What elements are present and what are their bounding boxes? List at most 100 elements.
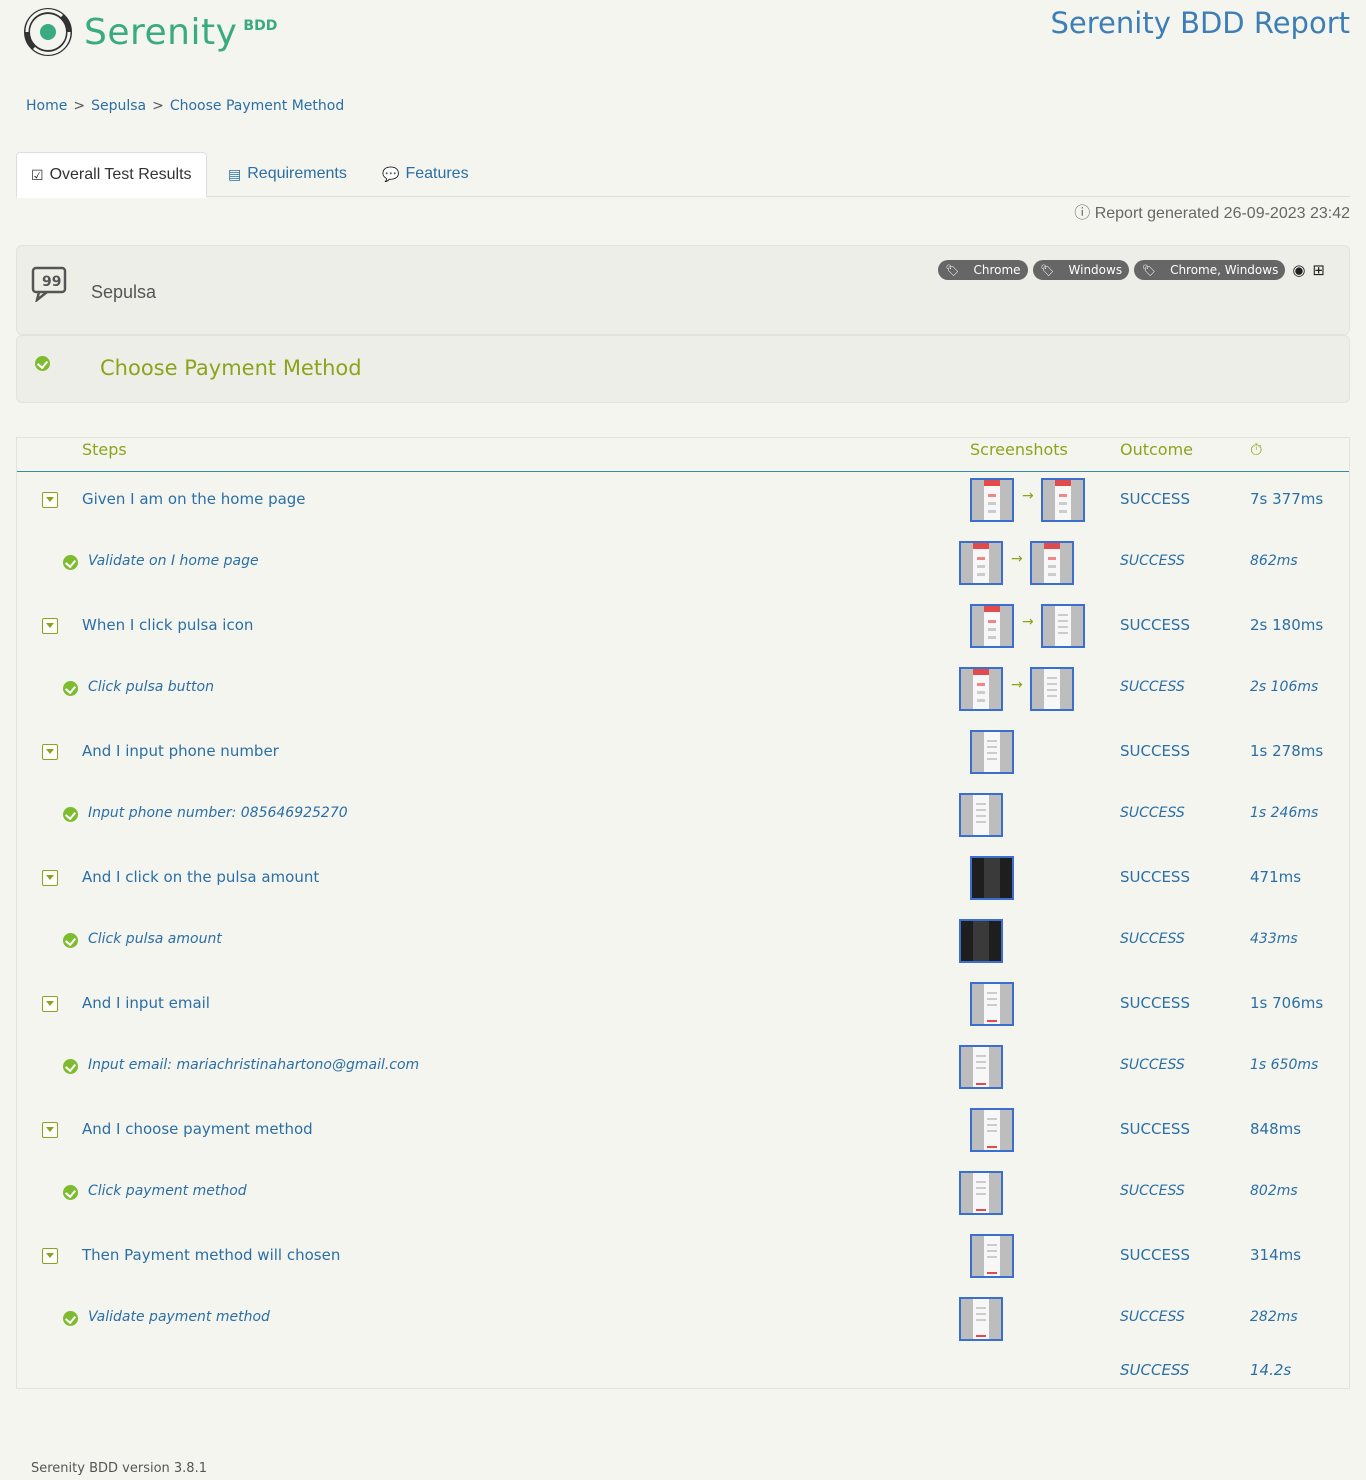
step-duration: 2s 180ms [1250, 616, 1324, 634]
quote-bubble-icon: 99 [31, 266, 67, 302]
tab-requirements[interactable]: ▤ Requirements [228, 152, 347, 196]
tab-features[interactable]: 💬 Features [382, 152, 469, 196]
step-outcome: SUCCESS [1120, 742, 1190, 760]
step-row-child: Input email: mariachristinahartono@gmail… [17, 1038, 1349, 1098]
checklist-icon: ☑ [31, 166, 44, 183]
tag-chrome[interactable]: 🏷 Chrome [937, 260, 1028, 280]
step-duration: 848ms [1250, 1120, 1302, 1138]
step-outcome: SUCCESS [1120, 1309, 1185, 1325]
step-row: And I input email SUCCESS 1s 706ms [17, 975, 1349, 1035]
expand-toggle-icon[interactable] [42, 744, 58, 760]
success-icon [63, 1059, 78, 1074]
screenshot-thumbnail[interactable] [1030, 541, 1074, 585]
step-row-child: Click payment method SUCCESS 802ms [17, 1164, 1349, 1224]
step-outcome: SUCCESS [1120, 679, 1185, 695]
tab-overall-test-results[interactable]: ☑ Overall Test Results [16, 152, 207, 198]
expand-toggle-icon[interactable] [42, 870, 58, 886]
step-outcome: SUCCESS [1120, 1183, 1185, 1199]
breadcrumb: Home > Sepulsa > Choose Payment Method [26, 98, 344, 114]
arrow-right-icon: → [1011, 677, 1023, 693]
step-outcome: SUCCESS [1120, 1120, 1190, 1138]
info-icon: ⓘ [1074, 205, 1091, 222]
screenshot-thumbnail[interactable] [1041, 604, 1085, 648]
step-row-child: Validate payment method SUCCESS 282ms [17, 1290, 1349, 1350]
screenshot-thumbnail[interactable] [970, 730, 1014, 774]
screenshot-thumbnail[interactable] [1041, 478, 1085, 522]
breadcrumb-scenario[interactable]: Choose Payment Method [170, 98, 344, 114]
step-duration: 433ms [1250, 931, 1298, 947]
expand-toggle-icon[interactable] [42, 492, 58, 508]
expand-toggle-icon[interactable] [42, 996, 58, 1012]
tab-label: Requirements [247, 165, 347, 182]
tab-label: Overall Test Results [49, 166, 192, 183]
step-duration: 1s 706ms [1250, 994, 1324, 1012]
screenshot-thumbnail[interactable] [970, 1108, 1014, 1152]
screenshot-thumbnail[interactable] [959, 541, 1003, 585]
step-description: Input phone number: 085646925270 [88, 805, 348, 821]
step-outcome: SUCCESS [1120, 994, 1190, 1012]
arrow-right-icon: → [1022, 614, 1034, 630]
report-generated: ⓘ Report generated 26-09-2023 23:42 [1074, 199, 1350, 223]
step-outcome: SUCCESS [1120, 931, 1185, 947]
screenshot-thumbnail[interactable] [959, 1171, 1003, 1215]
tag-label: Chrome, Windows [1170, 263, 1279, 277]
screenshot-thumbnail[interactable] [1030, 667, 1074, 711]
step-row: When I click pulsa icon → SUCCESS 2s 180ms [17, 597, 1349, 657]
step-description: Click payment method [88, 1183, 247, 1199]
step-duration: 282ms [1250, 1309, 1298, 1325]
step-row-child: Click pulsa amount SUCCESS 433ms [17, 912, 1349, 972]
report-generated-text: Report generated 26-09-2023 23:42 [1094, 205, 1350, 222]
svg-text:99: 99 [42, 274, 61, 290]
step-description: And I choose payment method [82, 1120, 313, 1138]
scenario-panel: Choose Payment Method [16, 335, 1350, 403]
step-duration: 862ms [1250, 553, 1298, 569]
breadcrumb-separator: > [152, 98, 164, 114]
expand-toggle-icon[interactable] [42, 618, 58, 634]
screenshot-thumbnail[interactable] [959, 919, 1003, 963]
success-icon [63, 933, 78, 948]
breadcrumb-home[interactable]: Home [26, 98, 67, 114]
step-outcome: SUCCESS [1120, 868, 1190, 886]
screenshot-thumbnail[interactable] [959, 793, 1003, 837]
scenario-title: Choose Payment Method [100, 356, 362, 380]
success-icon [63, 555, 78, 570]
screenshot-thumbnail[interactable] [959, 667, 1003, 711]
step-outcome: SUCCESS [1120, 1057, 1185, 1073]
tag-windows[interactable]: 🏷 Windows [1032, 260, 1130, 280]
total-duration: 14.2s [1250, 1361, 1292, 1379]
step-description: When I click pulsa icon [82, 616, 254, 634]
breadcrumb-feature[interactable]: Sepulsa [91, 98, 146, 114]
feature-name: Sepulsa [91, 282, 157, 302]
serenity-logo-icon [24, 8, 72, 56]
step-row: Then Payment method will chosen SUCCESS 31… [17, 1227, 1349, 1287]
screenshot-thumbnail[interactable] [959, 1297, 1003, 1341]
screenshot-thumbnail[interactable] [970, 1234, 1014, 1278]
screenshot-thumbnail[interactable] [970, 856, 1014, 900]
screenshot-thumbnail[interactable] [970, 604, 1014, 648]
screenshot-thumbnail[interactable] [970, 478, 1014, 522]
step-description: And I click on the pulsa amount [82, 868, 320, 886]
step-description: Click pulsa button [88, 679, 214, 695]
logo-text: Serenity [84, 11, 238, 53]
expand-toggle-icon[interactable] [42, 1248, 58, 1264]
feature-panel: 99 Sepulsa 🏷 Chrome 🏷 Windows 🏷 Chrome, Win… [16, 245, 1350, 335]
tag-list: 🏷 Chrome 🏷 Windows 🏷 Chrome, Windows ◉ ⊞ [937, 260, 1325, 280]
tag-label: Chrome [973, 263, 1021, 277]
step-duration: 2s 106ms [1250, 679, 1319, 695]
screenshot-thumbnail[interactable] [970, 982, 1014, 1026]
screenshot-thumbnail[interactable] [959, 1045, 1003, 1089]
steps-table: Steps Screenshots Outcome ⏱ SUCCESS 14.2… [16, 437, 1350, 1389]
step-description: Validate on I home page [88, 553, 259, 569]
tab-bar: ☑ Overall Test Results ▤ Requirements 💬 … [16, 152, 1350, 198]
step-duration: 7s 377ms [1250, 490, 1324, 508]
step-row: Given I am on the home page → SUCCESS 7s 37… [17, 471, 1349, 531]
serenity-logo[interactable]: Serenity BDD [22, 6, 277, 58]
expand-toggle-icon[interactable] [42, 1122, 58, 1138]
step-description: Validate payment method [88, 1309, 270, 1325]
stopwatch-icon: ⏱ [1250, 440, 1263, 459]
header-screenshots: Screenshots [970, 440, 1068, 459]
step-row: And I choose payment method SUCCESS 848ms [17, 1101, 1349, 1161]
step-duration: 314ms [1250, 1246, 1302, 1264]
tag-chrome-windows[interactable]: 🏷 Chrome, Windows [1134, 260, 1286, 280]
step-row-child: Input phone number: 085646925270 SUCCESS 1… [17, 786, 1349, 846]
